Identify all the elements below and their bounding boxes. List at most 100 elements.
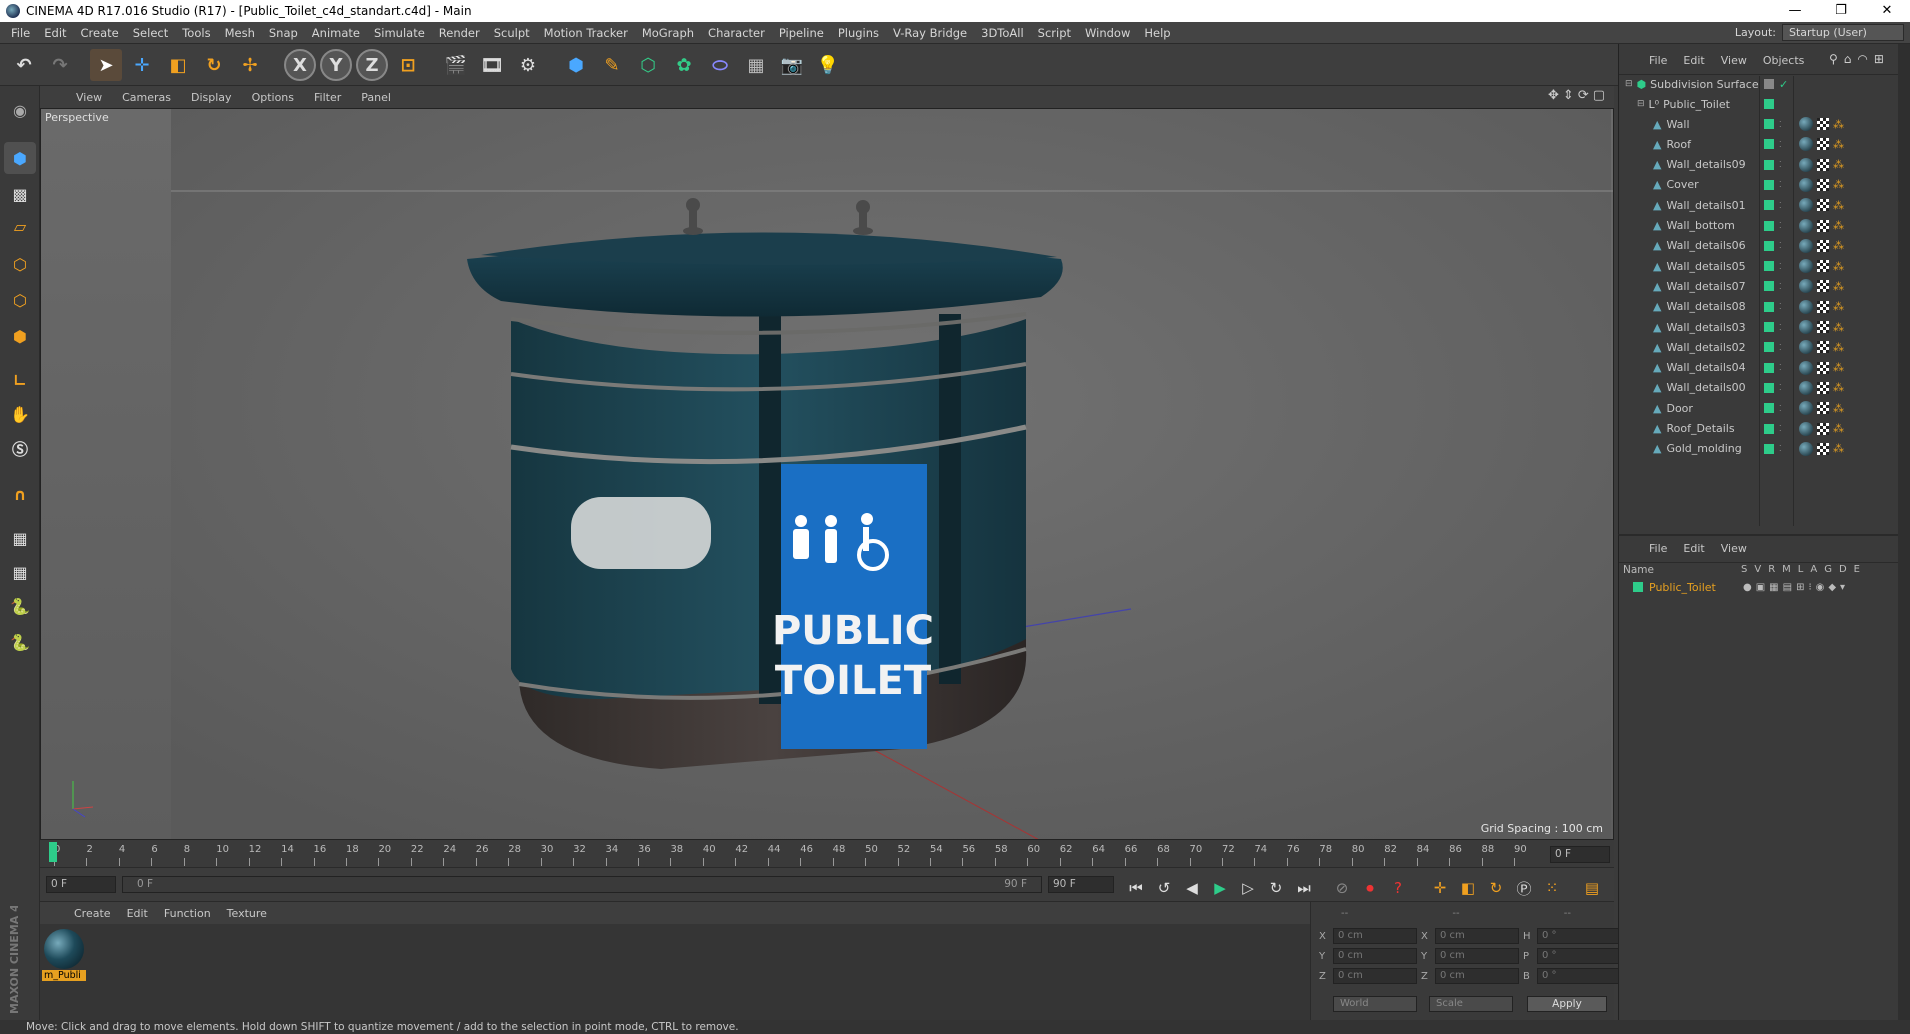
render-picture-viewer-icon[interactable]: 🎞: [476, 49, 508, 81]
layer-col-g[interactable]: G: [1824, 564, 1832, 575]
object-menu-file[interactable]: File: [1641, 54, 1675, 67]
visibility-dots-icon[interactable]: ⁚: [1779, 383, 1782, 392]
material-menu-function[interactable]: Function: [156, 907, 219, 920]
visibility-dots-icon[interactable]: ⁚: [1779, 160, 1782, 169]
object-row-wall_details00[interactable]: ▲ Wall_details00 ⁚ ⁂: [1619, 378, 1910, 398]
layer-menu-edit[interactable]: Edit: [1675, 542, 1712, 555]
polygons-mode-icon[interactable]: ⬢: [4, 320, 36, 352]
render-toggle-icon[interactable]: [1764, 79, 1774, 89]
phong-tag-icon[interactable]: ⁂: [1833, 300, 1844, 313]
layer-color-icon[interactable]: [1764, 342, 1774, 353]
texture-mode-icon[interactable]: ▩: [4, 178, 36, 210]
coord-rot-p[interactable]: 0 °: [1537, 948, 1623, 964]
visibility-dots-icon[interactable]: ⁚: [1779, 120, 1782, 129]
material-menu-texture[interactable]: Texture: [219, 907, 275, 920]
menu-create[interactable]: Create: [74, 26, 126, 40]
material-tag-icon[interactable]: [1799, 441, 1813, 456]
layer-color-icon[interactable]: [1764, 322, 1774, 332]
auto-key-icon[interactable]: ⏺: [1358, 876, 1382, 900]
layer-menu-view[interactable]: View: [1713, 542, 1755, 555]
coord-pos-y[interactable]: 0 cm: [1333, 948, 1417, 964]
snap-icon[interactable]: Ⓢ: [4, 432, 36, 464]
layer-color-icon[interactable]: [1764, 200, 1774, 211]
object-row-door[interactable]: ▲ Door ⁚ ⁂: [1619, 398, 1910, 418]
record-keys-icon[interactable]: ⊘: [1330, 876, 1354, 900]
phong-tag-icon[interactable]: ⁂: [1833, 178, 1844, 191]
material-tag-icon[interactable]: [1799, 259, 1813, 274]
menu-tools[interactable]: Tools: [175, 26, 217, 40]
uvw-tag-icon[interactable]: [1817, 422, 1829, 435]
layer-color-icon[interactable]: [1764, 240, 1774, 251]
key-pla-icon[interactable]: ⁙: [1540, 876, 1564, 900]
close-button[interactable]: ✕: [1864, 0, 1910, 22]
visibility-dots-icon[interactable]: ⁚: [1779, 221, 1782, 230]
material-tag-icon[interactable]: [1799, 320, 1813, 334]
timeline-ruler[interactable]: 0 2 4 6 8 10 12 14 16 18 20 22 24 26 28 30 32 34 36 38 40 42 4…: [40, 840, 1614, 868]
material-tag-icon[interactable]: [1799, 340, 1813, 355]
phong-tag-icon[interactable]: ⁂: [1833, 381, 1844, 394]
material-item[interactable]: m_Publi: [42, 928, 86, 986]
uvw-tag-icon[interactable]: [1817, 442, 1829, 455]
coord-rot-b[interactable]: 0 °: [1537, 968, 1623, 984]
phong-tag-icon[interactable]: ⁂: [1833, 260, 1844, 273]
layer-color-icon[interactable]: [1764, 119, 1774, 129]
object-row-wall_details08[interactable]: ▲ Wall_details08 ⁚ ⁂: [1619, 297, 1910, 317]
layer-col-v[interactable]: V: [1754, 564, 1761, 575]
material-tag-icon[interactable]: [1799, 117, 1813, 131]
menu-mograph[interactable]: MoGraph: [635, 26, 701, 40]
object-row-roof_details[interactable]: ▲ Roof_Details ⁚ ⁂: [1619, 419, 1910, 439]
material-tag-icon[interactable]: [1799, 421, 1813, 436]
layer-color-icon[interactable]: [1764, 443, 1774, 454]
visibility-dots-icon[interactable]: ⁚: [1779, 343, 1782, 352]
visibility-dots-icon[interactable]: ⁚: [1779, 140, 1782, 149]
menu-file[interactable]: File: [4, 26, 37, 40]
material-tag-icon[interactable]: [1799, 279, 1813, 294]
undo-icon[interactable]: ↶: [8, 49, 40, 81]
phong-tag-icon[interactable]: ⁂: [1833, 118, 1844, 131]
object-menu-edit[interactable]: Edit: [1675, 54, 1712, 67]
material-tag-icon[interactable]: [1799, 177, 1813, 192]
visibility-dots-icon[interactable]: ⁚: [1779, 262, 1782, 271]
uvw-tag-icon[interactable]: [1817, 118, 1829, 130]
object-row-cover[interactable]: ▲ Cover ⁚ ⁂: [1619, 175, 1910, 195]
object-row-wall_details05[interactable]: ▲ Wall_details05 ⁚ ⁂: [1619, 256, 1910, 276]
axis-mode-icon[interactable]: ∟: [4, 364, 36, 396]
workplane-mode-icon[interactable]: ▱: [4, 210, 36, 242]
layer-col-a[interactable]: A: [1810, 564, 1817, 575]
object-row-group[interactable]: ⊟ L⁰ Public_Toilet: [1619, 94, 1910, 114]
phong-tag-icon[interactable]: ⁂: [1833, 402, 1844, 415]
model-mode-icon[interactable]: ⬢: [4, 142, 36, 174]
material-tag-icon[interactable]: [1799, 198, 1813, 213]
coord-pos-x[interactable]: 0 cm: [1333, 928, 1417, 944]
pen-spline-icon[interactable]: ✎: [596, 49, 628, 81]
menu-simulate[interactable]: Simulate: [367, 26, 432, 40]
viewport-menu-display[interactable]: Display: [181, 91, 242, 104]
material-tag-icon[interactable]: [1799, 299, 1813, 314]
layer-toggle-icons[interactable]: ●▣▦▤⊞⁝◉◆▾: [1743, 582, 1849, 593]
coord-size-y[interactable]: 0 cm: [1435, 948, 1519, 964]
material-tag-icon[interactable]: [1799, 238, 1813, 253]
object-row-wall_bottom[interactable]: ▲ Wall_bottom ⁚ ⁂: [1619, 216, 1910, 236]
layer-color-icon[interactable]: [1764, 179, 1774, 190]
phong-tag-icon[interactable]: ⁂: [1833, 239, 1844, 252]
rotate-view-icon[interactable]: ⟳: [1578, 88, 1589, 106]
layer-color-icon[interactable]: [1764, 403, 1774, 414]
object-row-wall_details09[interactable]: ▲ Wall_details09 ⁚ ⁂: [1619, 155, 1910, 175]
camera-icon[interactable]: 📷: [776, 49, 808, 81]
layer-color-icon[interactable]: [1764, 281, 1774, 292]
timeline-window-icon[interactable]: ▤: [1580, 876, 1604, 900]
layer-color-icon[interactable]: [1764, 301, 1774, 312]
next-frame-icon[interactable]: ▷: [1236, 876, 1260, 900]
minimize-button[interactable]: —: [1772, 0, 1818, 22]
layer-color-icon[interactable]: [1764, 159, 1774, 170]
material-tag-icon[interactable]: [1799, 218, 1813, 233]
play-icon[interactable]: ▶: [1208, 876, 1232, 900]
object-row-wall_details04[interactable]: ▲ Wall_details04 ⁚ ⁂: [1619, 358, 1910, 378]
visibility-dots-icon[interactable]: ⁚: [1779, 302, 1782, 311]
visibility-dots-icon[interactable]: ⁚: [1779, 404, 1782, 413]
menu-script[interactable]: Script: [1031, 26, 1078, 40]
menu-render[interactable]: Render: [432, 26, 487, 40]
layer-color-icon[interactable]: [1764, 362, 1774, 373]
uvw-tag-icon[interactable]: [1817, 341, 1829, 354]
deformer-icon[interactable]: ⬭: [704, 49, 736, 81]
